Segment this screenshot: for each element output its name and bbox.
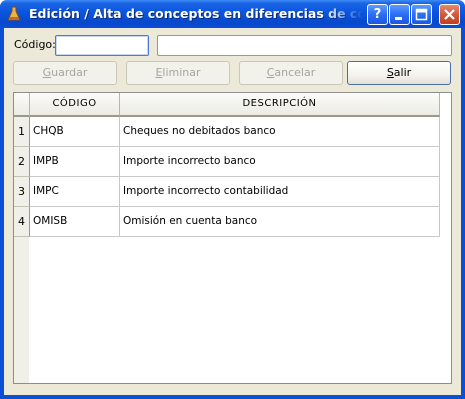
table-row[interactable]: 1 CHQB Cheques no debitados banco — [14, 117, 440, 147]
salir-button[interactable]: Salir — [347, 61, 451, 85]
salir-label: alir — [393, 66, 412, 79]
row-number[interactable]: 3 — [14, 177, 30, 207]
conceptos-table[interactable]: CÓDIGO DESCRIPCIÓN 1 CHQB Cheques no deb… — [13, 92, 452, 384]
row-number[interactable]: 4 — [14, 207, 30, 237]
dialog-window: Edición / Alta de conceptos en diferenci… — [0, 0, 465, 399]
cell-codigo[interactable]: IMPC — [30, 177, 120, 207]
cancelar-label: ancelar — [274, 66, 316, 79]
close-button[interactable] — [439, 4, 460, 25]
row-number[interactable]: 1 — [14, 117, 30, 147]
cell-descripcion[interactable]: Importe incorrecto contabilidad — [120, 177, 440, 207]
cell-codigo[interactable]: CHQB — [30, 117, 120, 147]
eliminar-button[interactable]: Eliminar — [126, 61, 230, 85]
table-row[interactable]: 3 IMPC Importe incorrecto contabilidad — [14, 177, 440, 207]
dialog-body: Código: Guardar Eliminar Cancelar Salir … — [4, 28, 461, 395]
table-row[interactable]: 2 IMPB Importe incorrecto banco — [14, 147, 440, 177]
column-header-descripcion[interactable]: DESCRIPCIÓN — [120, 93, 440, 117]
guardar-label: uardar — [51, 66, 88, 79]
eliminar-label: liminar — [162, 66, 201, 79]
cancelar-button[interactable]: Cancelar — [239, 61, 343, 85]
codigo-label: Código: — [14, 38, 56, 51]
cell-codigo[interactable]: OMISB — [30, 207, 120, 237]
window-title: Edición / Alta de conceptos en diferenci… — [29, 6, 363, 21]
descripcion-input[interactable] — [157, 35, 452, 56]
help-button[interactable]: ? — [367, 4, 388, 25]
guardar-mnemonic: G — [42, 66, 52, 79]
cell-descripcion[interactable]: Cheques no debitados banco — [120, 117, 440, 147]
codigo-input[interactable] — [55, 35, 149, 56]
maximize-icon — [415, 8, 428, 21]
minimize-button[interactable] — [389, 4, 410, 25]
cell-codigo[interactable]: IMPB — [30, 147, 120, 177]
guardar-button[interactable]: Guardar — [13, 61, 117, 85]
table-corner[interactable] — [14, 93, 30, 117]
row-number[interactable]: 2 — [14, 147, 30, 177]
maximize-button[interactable] — [411, 4, 432, 25]
table-row[interactable]: 4 OMISB Omisión en cuenta banco — [14, 207, 440, 237]
close-icon — [444, 9, 455, 20]
cell-descripcion[interactable]: Omisión en cuenta banco — [120, 207, 440, 237]
salir-mnemonic: S — [386, 66, 394, 79]
minimize-icon — [395, 17, 402, 20]
title-bar[interactable]: Edición / Alta de conceptos en diferenci… — [0, 0, 465, 28]
cell-descripcion[interactable]: Importe incorrecto banco — [120, 147, 440, 177]
column-header-codigo[interactable]: CÓDIGO — [30, 93, 120, 117]
flask-icon — [7, 6, 21, 21]
